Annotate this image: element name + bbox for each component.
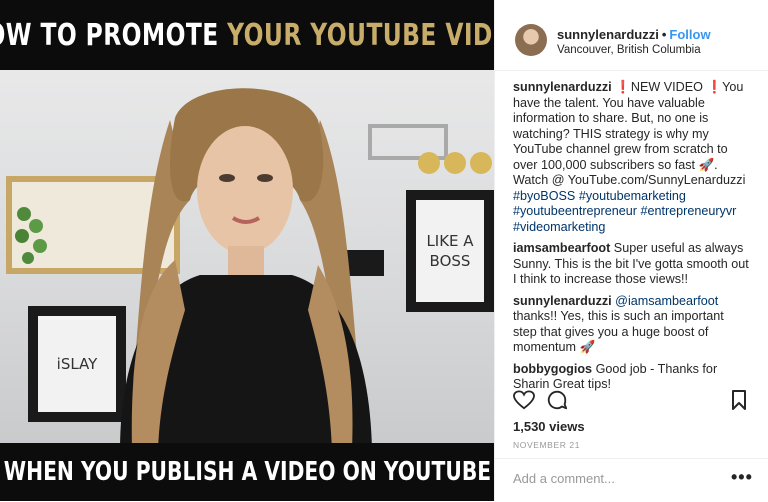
post-video[interactable]: iSLAY LIKE A BOSS HOW TO PROMOTE bbox=[0, 0, 494, 501]
heart-icon bbox=[513, 390, 535, 410]
add-comment-row: Add a comment... ••• bbox=[495, 458, 768, 502]
comment-text: thanks!! Yes, this is such an important … bbox=[513, 309, 724, 354]
video-title: HOW TO PROMOTE YOUR YOUTUBE VIDEO bbox=[0, 18, 494, 53]
comment-username[interactable]: sunnylenarduzzi bbox=[513, 294, 612, 308]
video-title-gold: YOUR YOUTUBE VIDEO bbox=[226, 17, 494, 53]
like-button[interactable] bbox=[512, 388, 536, 412]
video-title-bar: HOW TO PROMOTE YOUR YOUTUBE VIDEO bbox=[0, 0, 494, 70]
hashtag-link[interactable]: #entrepreneuryvr bbox=[640, 204, 736, 218]
comment-item: iamsambearfoot Super useful as always Su… bbox=[513, 241, 749, 288]
hashtag-link[interactable]: #videomarketing bbox=[513, 220, 605, 234]
caption-text-1: NEW VIDEO bbox=[630, 80, 703, 94]
add-comment-input[interactable]: Add a comment... bbox=[513, 471, 615, 486]
post-sidebar: sunnylenarduzzi • Follow Vancouver, Britis… bbox=[494, 0, 768, 501]
header-separator: • bbox=[661, 27, 667, 42]
comment-item: sunnylenarduzzi @iamsambearfoot thanks!!… bbox=[513, 294, 749, 356]
caption-text-2: You have the talent. You have valuable i… bbox=[513, 80, 746, 187]
video-title-white: HOW TO PROMOTE bbox=[0, 17, 219, 53]
action-bar bbox=[495, 388, 768, 416]
mention-link[interactable]: @iamsambearfoot bbox=[615, 294, 718, 308]
more-options-button[interactable]: ••• bbox=[731, 467, 753, 488]
presenter-figure bbox=[120, 88, 372, 450]
comment-button[interactable] bbox=[545, 388, 569, 412]
bookmark-icon bbox=[732, 390, 746, 410]
hashtag-link[interactable]: #youtubemarketing bbox=[579, 189, 686, 203]
comments-list: sunnylenarduzzi ❗NEW VIDEO ❗You have the… bbox=[513, 80, 749, 399]
hashtag-link[interactable]: #byoBOSS bbox=[513, 189, 575, 203]
post-date[interactable]: NOVEMBER 21 bbox=[513, 440, 580, 450]
video-caption: WHEN YOU PUBLISH A VIDEO ON YOUTUBE bbox=[3, 457, 491, 487]
header-user-row: sunnylenarduzzi • Follow bbox=[557, 27, 711, 42]
red-exclamation-icon: ❗ bbox=[615, 80, 631, 94]
post-header: sunnylenarduzzi • Follow Vancouver, Britis… bbox=[495, 10, 768, 71]
avatar[interactable] bbox=[515, 24, 547, 56]
video-caption-bar: WHEN YOU PUBLISH A VIDEO ON YOUTUBE bbox=[0, 443, 494, 501]
header-username[interactable]: sunnylenarduzzi bbox=[557, 27, 659, 42]
comment-username[interactable]: iamsambearfoot bbox=[513, 241, 610, 255]
comment-username[interactable]: bobbygogios bbox=[513, 362, 592, 376]
save-button[interactable] bbox=[727, 388, 751, 412]
hashtag-link[interactable]: #youtubeentrepreneur bbox=[513, 204, 637, 218]
location-link[interactable]: Vancouver, British Columbia bbox=[557, 44, 701, 56]
video-background: iSLAY LIKE A BOSS bbox=[0, 60, 494, 450]
caption-username[interactable]: sunnylenarduzzi bbox=[513, 80, 612, 94]
red-exclamation-icon: ❗ bbox=[706, 80, 723, 94]
comment-bubble-icon bbox=[547, 390, 568, 410]
post-caption: sunnylenarduzzi ❗NEW VIDEO ❗You have the… bbox=[513, 80, 749, 235]
follow-button[interactable]: Follow bbox=[669, 27, 710, 42]
view-count[interactable]: 1,530 views bbox=[513, 419, 585, 434]
